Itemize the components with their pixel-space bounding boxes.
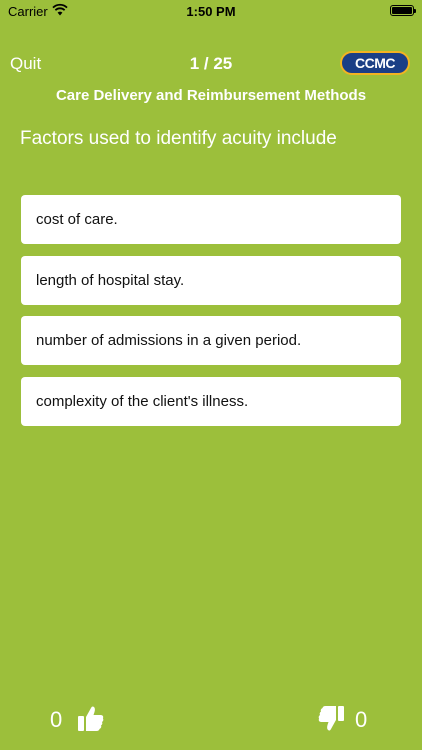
ccmc-logo: CCMC (340, 51, 410, 75)
status-bar: Carrier 1:50 PM (0, 0, 422, 22)
answer-option[interactable]: number of admissions in a given period. (21, 316, 401, 365)
answer-option[interactable]: cost of care. (21, 195, 401, 244)
like-count: 0 (50, 707, 63, 732)
answer-option[interactable]: complexity of the client's illness. (21, 377, 401, 426)
answer-option[interactable]: length of hospital stay. (21, 256, 401, 305)
dislike-count: 0 (355, 707, 368, 732)
thumbs-up-icon[interactable] (78, 705, 104, 732)
question-text: Factors used to identify acuity include (20, 128, 337, 149)
category-title: Care Delivery and Reimbursement Methods (55, 87, 367, 104)
logo-text: CCMC (355, 55, 396, 71)
clock: 1:50 PM (186, 4, 236, 19)
battery-icon (390, 5, 416, 16)
thumbs-down-icon[interactable] (318, 705, 344, 732)
